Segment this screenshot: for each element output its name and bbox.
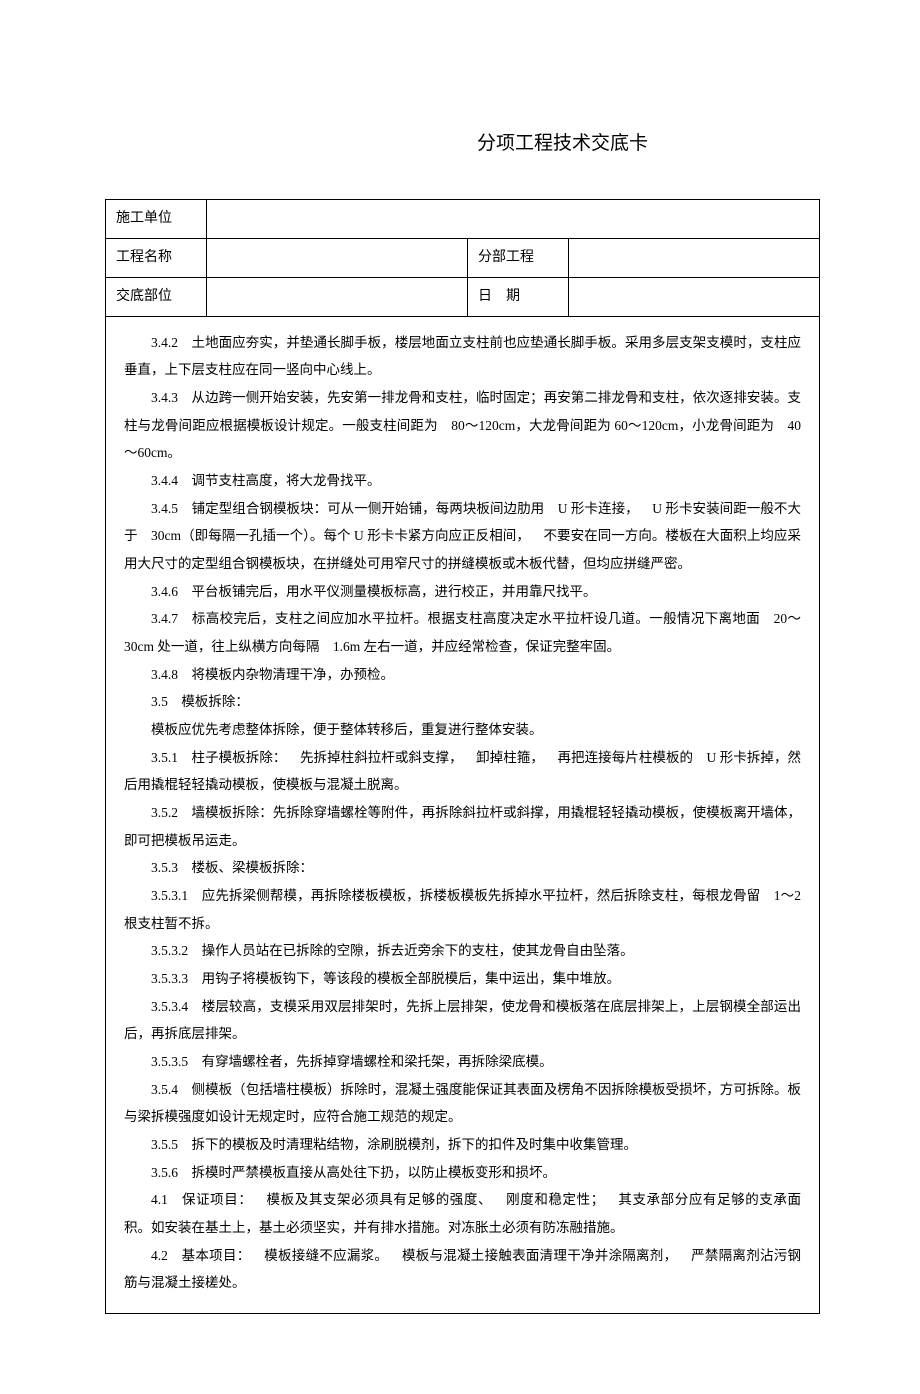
para-3-5: 3.5 模板拆除：: [124, 688, 801, 716]
form-table: 施工单位 工程名称 分部工程 交底部位 日 期 3.4.2 土地面应夯实，并垫通…: [105, 199, 820, 1315]
para-3-5-1: 3.5.1 柱子模板拆除： 先拆掉柱斜拉杆或斜支撑， 卸掉柱箍， 再把连接每片柱…: [124, 744, 801, 799]
para-3-4-7: 3.4.7 标高校完后，支柱之间应加水平拉杆。根据支柱高度决定水平拉杆设几道。一…: [124, 605, 801, 660]
document-page: 分项工程技术交底卡 施工单位 工程名称 分部工程 交底部位 日 期 3.4.2 …: [0, 0, 920, 1394]
para-3-5-2: 3.5.2 墙模板拆除：先拆除穿墙螺栓等附件，再拆除斜拉杆或斜撑，用撬棍轻轻撬动…: [124, 799, 801, 854]
label-date: 日 期: [468, 277, 569, 316]
para-3-4-5: 3.4.5 铺定型组合钢模板块：可从一侧开始铺，每两块板间边肋用 U 形卡连接，…: [124, 495, 801, 578]
value-disclosure-part: [207, 277, 468, 316]
para-3-5-3-5: 3.5.3.5 有穿墙螺栓者，先拆掉穿墙螺栓和梁托架，再拆除梁底模。: [124, 1048, 801, 1076]
para-3-5-5: 3.5.5 拆下的模板及时清理粘结物，涂刷脱模剂，拆下的扣件及时集中收集管理。: [124, 1131, 801, 1159]
para-3-4-6: 3.4.6 平台板铺完后，用水平仪测量模板标高，进行校正，并用靠尺找平。: [124, 578, 801, 606]
para-3-5-4: 3.5.4 侧模板（包括墙柱模板）拆除时，混凝土强度能保证其表面及楞角不因拆除模…: [124, 1076, 801, 1131]
value-subproject: [569, 238, 820, 277]
row-project-name: 工程名称 分部工程: [106, 238, 820, 277]
para-4-2: 4.2 基本项目： 模板接缝不应漏浆。 模板与混凝土接触表面清理干净并涂隔离剂，…: [124, 1242, 801, 1297]
para-3-5a: 模板应优先考虑整体拆除，便于整体转移后，重复进行整体安装。: [124, 716, 801, 744]
value-date: [569, 277, 820, 316]
para-4-1: 4.1 保证项目： 模板及其支架必须具有足够的强度、 刚度和稳定性； 其支承部分…: [124, 1186, 801, 1241]
para-3-4-3: 3.4.3 从边跨一侧开始安装，先安第一排龙骨和支柱，临时固定；再安第二排龙骨和…: [124, 384, 801, 467]
para-3-5-3-3: 3.5.3.3 用钩子将模板钩下，等该段的模板全部脱模后，集中运出，集中堆放。: [124, 965, 801, 993]
para-3-5-3-2: 3.5.3.2 操作人员站在已拆除的空隙，拆去近旁余下的支柱，使其龙骨自由坠落。: [124, 937, 801, 965]
row-disclosure-part: 交底部位 日 期: [106, 277, 820, 316]
para-3-5-3-4: 3.5.3.4 楼层较高，支模采用双层排架时，先拆上层排架，使龙骨和模板落在底层…: [124, 993, 801, 1048]
label-project-name: 工程名称: [106, 238, 207, 277]
page-title: 分项工程技术交底卡: [105, 130, 820, 159]
row-body: 3.4.2 土地面应夯实，并垫通长脚手板，楼层地面立支柱前也应垫通长脚手板。采用…: [106, 316, 820, 1314]
para-3-4-4: 3.4.4 调节支柱高度，将大龙骨找平。: [124, 467, 801, 495]
value-construction-unit: [207, 199, 820, 238]
value-project-name: [207, 238, 468, 277]
label-disclosure-part: 交底部位: [106, 277, 207, 316]
para-3-5-6: 3.5.6 拆模时严禁模板直接从高处往下扔，以防止模板变形和损坏。: [124, 1159, 801, 1187]
para-3-5-3: 3.5.3 楼板、梁模板拆除：: [124, 854, 801, 882]
disclosure-body: 3.4.2 土地面应夯实，并垫通长脚手板，楼层地面立支柱前也应垫通长脚手板。采用…: [106, 316, 820, 1314]
label-subproject: 分部工程: [468, 238, 569, 277]
para-3-5-3-1: 3.5.3.1 应先拆梁侧帮模，再拆除楼板模板，拆楼板模板先拆掉水平拉杆，然后拆…: [124, 882, 801, 937]
para-3-4-8: 3.4.8 将模板内杂物清理干净，办预检。: [124, 661, 801, 689]
label-construction-unit: 施工单位: [106, 199, 207, 238]
row-construction-unit: 施工单位: [106, 199, 820, 238]
para-3-4-2: 3.4.2 土地面应夯实，并垫通长脚手板，楼层地面立支柱前也应垫通长脚手板。采用…: [124, 329, 801, 384]
